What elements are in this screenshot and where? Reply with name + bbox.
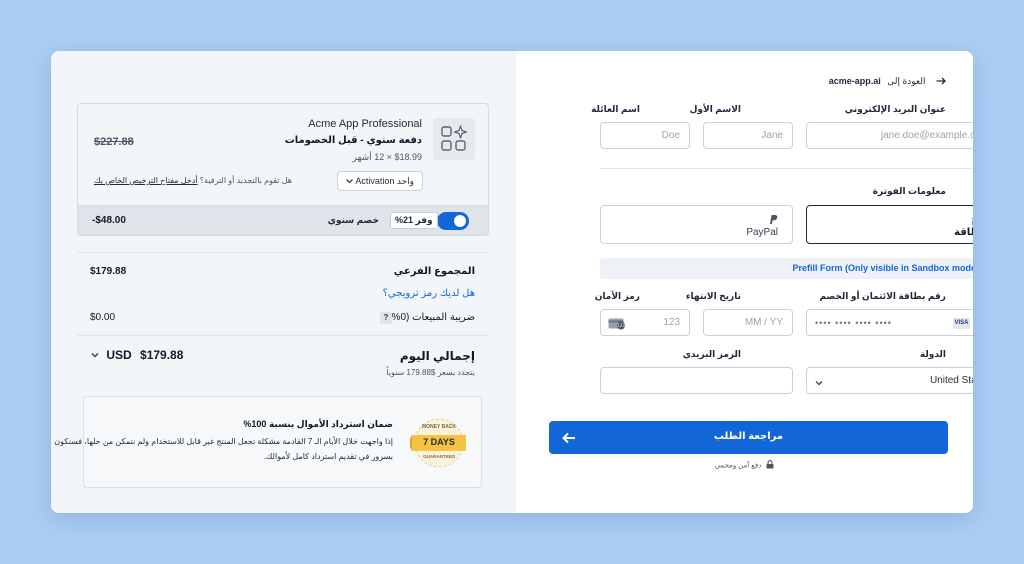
apps-sparkle-icon: [433, 118, 475, 160]
product-original-price: $227.88: [94, 136, 134, 148]
back-link[interactable]: acme-app.ai العودة إلى: [829, 76, 946, 87]
product-box: Acme App Professional دفعة سنوي - قبل ال…: [77, 103, 489, 236]
pay-card-label: بطاقة: [954, 227, 973, 238]
last-name-placeholder: Doe: [661, 130, 680, 141]
activation-select[interactable]: Activation واحد: [337, 171, 423, 191]
pay-method-card-tab[interactable]: بطاقة: [806, 205, 973, 244]
email-placeholder: jane.doe@example.com: [881, 130, 973, 141]
country-label: الدولة: [919, 349, 946, 359]
order-summary-panel: Acme App Professional دفعة سنوي - قبل ال…: [51, 51, 516, 513]
checkout-form-panel: acme-app.ai العودة إلى عنوان البريد الإل…: [516, 51, 973, 513]
currency-select[interactable]: USD $179.88: [90, 348, 183, 363]
divider: [600, 168, 973, 169]
product-billing: دفعة سنوي - قبل الخصومات: [284, 135, 422, 146]
total-value: $179.88: [140, 348, 184, 362]
chevron-down-icon: [345, 175, 354, 189]
currency-code: USD: [106, 348, 132, 362]
first-name-field[interactable]: Jane: [703, 122, 793, 149]
chevron-down-icon: [814, 375, 824, 393]
pay-paypal-label: PayPal: [746, 227, 778, 238]
zip-label: الرمز البريدي: [682, 349, 741, 359]
email-field[interactable]: jane.doe@example.com: [806, 122, 973, 149]
back-domain: acme-app.ai: [828, 76, 881, 86]
save-badge: وفر 21%: [390, 212, 438, 229]
subtotal-value: $179.88: [90, 266, 127, 277]
annual-discount-label: خصم سنوي: [327, 215, 379, 225]
svg-text:123: 123: [617, 323, 625, 328]
expiry-label: تاريخ الانتهاء: [685, 291, 741, 301]
activation-select-label: Activation واحد: [355, 176, 414, 186]
guarantee-body-line2: بسرور في تقديم استرداد كامل لأموالك.: [263, 452, 393, 461]
total-label: إجمالي اليوم: [399, 349, 475, 363]
billing-info-label: معلومات الفوترة: [872, 186, 946, 196]
arrow-left-icon: [562, 431, 576, 449]
visa-icon: VISA: [953, 318, 970, 329]
license-link[interactable]: أدخل مفتاح الترخيص الخاص بك: [94, 176, 198, 185]
first-name-placeholder: Jane: [761, 130, 783, 141]
annual-discount-bar: -$48.00 وفر 21% خصم سنوي: [78, 205, 488, 235]
badge-top-text: MONEY BACK: [421, 424, 457, 430]
product-qty-price: $18.99 × 12 أشهر: [352, 152, 422, 162]
card-number-label: رقم بطاقة الائتمان أو الخصم: [819, 291, 946, 301]
zip-field[interactable]: [600, 367, 793, 394]
review-order-button[interactable]: مراجعة الطلب: [549, 421, 948, 454]
cvc-label: رمز الأمان: [594, 291, 640, 301]
cvc-placeholder: 123: [663, 317, 680, 328]
review-order-label: مراجعة الطلب: [713, 431, 784, 442]
guarantee-box: MONEY BACK 7 DAYS GUARANTEED ضمان استردا…: [54, 396, 482, 488]
cvc-card-icon: 123: [608, 317, 626, 335]
badge-main-text: 7 DAYS: [423, 437, 455, 447]
badge-bottom-text: GUARANTEED: [423, 454, 455, 459]
card-number-field[interactable]: •••• •••• •••• •••• VISA: [806, 309, 973, 336]
divider: [77, 335, 489, 336]
checkout-card: Acme App Professional دفعة سنوي - قبل ال…: [51, 51, 973, 513]
card-number-placeholder: •••• •••• •••• ••••: [815, 318, 892, 328]
renew-note: يتجدد بسعر $179.88 سنوياً: [386, 368, 475, 377]
back-text: العودة إلى: [887, 76, 926, 86]
secure-note: دفع آمن ومحمي: [516, 460, 973, 471]
annual-discount-toggle[interactable]: [437, 212, 469, 230]
guarantee-title: ضمان استرداد الأموال بنسبة 100%: [243, 419, 393, 429]
prefill-banner[interactable]: Prefill Form (Only visible in Sandbox mo…: [600, 258, 973, 279]
prefill-text: Prefill Form (Only visible in Sandbox mo…: [792, 263, 973, 273]
expiry-field[interactable]: MM / YY: [703, 309, 793, 336]
license-note: هل تقوم بالتجديد أو الترقية؟ أدخل مفتاح …: [94, 176, 292, 185]
chevron-down-icon: [90, 349, 100, 363]
tax-help-icon[interactable]: ?: [380, 312, 392, 324]
money-back-badge: MONEY BACK 7 DAYS GUARANTEED: [408, 417, 468, 469]
expiry-placeholder: MM / YY: [744, 317, 783, 328]
promo-code-link[interactable]: هل لديك رمز ترويجي؟: [383, 288, 475, 299]
license-question: هل تقوم بالتجديد أو الترقية؟: [197, 176, 292, 185]
divider: [77, 252, 489, 253]
tax-value: $0.00: [90, 312, 116, 323]
pay-method-paypal-tab[interactable]: PayPal: [600, 205, 793, 244]
country-select[interactable]: United States: [806, 367, 973, 394]
first-name-label: الاسم الأول: [689, 104, 741, 114]
country-value: United States: [929, 375, 973, 386]
arrow-right-icon: [936, 77, 946, 87]
cvc-field[interactable]: 123 123: [600, 309, 690, 336]
last-name-label: اسم العائلة: [591, 104, 640, 114]
last-name-field[interactable]: Doe: [600, 122, 690, 149]
secure-note-text: دفع آمن ومحمي: [714, 462, 762, 470]
discount-amount: -$48.00: [92, 215, 126, 226]
subtotal-label: المجموع الفرعي: [393, 266, 475, 277]
product-name: Acme App Professional: [308, 118, 422, 130]
lock-icon: [766, 460, 774, 471]
email-label: عنوان البريد الإلكتروني: [844, 104, 946, 114]
tax-label: ضريبة المبيعات (0%): [388, 312, 475, 323]
guarantee-body-line1: إذا واجهت خلال الأيام الـ 7 القادمة مشكل…: [54, 437, 393, 446]
